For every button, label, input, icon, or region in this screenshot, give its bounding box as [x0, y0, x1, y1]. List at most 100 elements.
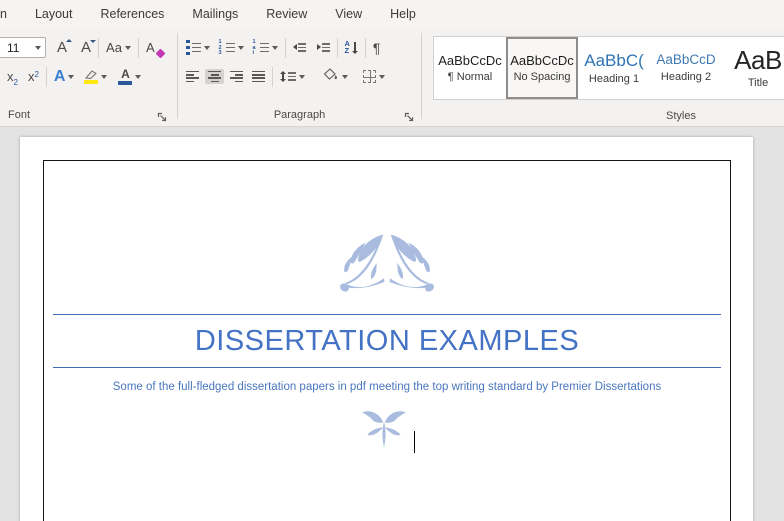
font-color-button[interactable]: A — [115, 66, 144, 87]
borders-button[interactable] — [360, 68, 388, 85]
align-center-button[interactable] — [205, 69, 224, 84]
styles-group-label: Styles — [666, 110, 696, 122]
styles-gallery: AaBbCcDc ¶ Normal AaBbCcDc No Spacing Aa… — [433, 36, 784, 100]
document-area: DISSERTATION EXAMPLES Some of the full-f… — [0, 127, 784, 521]
shading-button[interactable] — [320, 66, 351, 88]
divider — [46, 67, 47, 87]
chevron-down-icon — [204, 46, 210, 50]
text-highlight-button[interactable] — [81, 68, 110, 86]
tab-references[interactable]: References — [100, 7, 164, 21]
page-content: DISSERTATION EXAMPLES Some of the full-f… — [44, 161, 730, 455]
clear-formatting-icon: A — [146, 40, 155, 55]
paragraph-dialog-launcher[interactable] — [404, 110, 416, 122]
divider — [272, 67, 273, 87]
font-color-icon: A — [118, 68, 132, 85]
divider — [337, 38, 338, 58]
highlighter-icon — [84, 70, 98, 84]
line-spacing-button[interactable] — [277, 69, 308, 84]
subscript-icon: x2 — [7, 70, 18, 83]
paint-bucket-icon — [323, 68, 339, 86]
align-right-button[interactable] — [227, 69, 246, 84]
word-window: n Layout References Mailings Review View… — [0, 0, 784, 521]
group-divider — [177, 33, 178, 119]
tab-view[interactable]: View — [335, 7, 362, 21]
chevron-down-icon — [101, 75, 107, 79]
bullets-button[interactable] — [183, 38, 213, 58]
eraser-diamond-icon — [155, 49, 165, 59]
title-bottom-rule — [53, 367, 721, 368]
decrease-indent-button[interactable] — [290, 41, 309, 54]
justify-icon — [252, 71, 265, 82]
tab-help[interactable]: Help — [390, 7, 416, 21]
font-dialog-launcher[interactable] — [157, 110, 169, 122]
divider — [138, 38, 139, 58]
chevron-down-icon — [135, 75, 141, 79]
style-heading-2[interactable]: AaBbCcD Heading 2 — [650, 37, 722, 99]
align-left-icon — [186, 71, 199, 82]
superscript-button[interactable]: x2 — [25, 68, 42, 85]
justify-button[interactable] — [249, 69, 268, 84]
style-sample: AaBbCcD — [656, 53, 715, 67]
sort-button[interactable]: AZ — [342, 39, 361, 56]
divider — [98, 38, 99, 58]
grow-font-icon: A — [57, 40, 67, 55]
increase-indent-icon — [317, 43, 330, 52]
tab-review[interactable]: Review — [266, 7, 307, 21]
subscript-button[interactable]: x2 — [4, 68, 21, 85]
style-normal[interactable]: AaBbCcDc ¶ Normal — [434, 37, 506, 99]
multilevel-list-button[interactable]: 1ai — [250, 38, 281, 56]
clear-formatting-button[interactable]: A — [143, 38, 158, 57]
ribbon-tab-bar: n Layout References Mailings Review View… — [0, 0, 784, 28]
font-group: 11 A A Aa A — [4, 34, 176, 90]
style-label: No Spacing — [514, 71, 571, 83]
increase-indent-button[interactable] — [314, 41, 333, 54]
borders-icon — [363, 70, 376, 83]
chevron-down-icon — [272, 46, 278, 50]
bullet-list-icon — [186, 40, 201, 56]
document-page[interactable]: DISSERTATION EXAMPLES Some of the full-f… — [20, 137, 753, 521]
highlight-color-bar — [84, 80, 98, 84]
multilevel-list-icon: 1ai — [253, 40, 269, 54]
style-sample: AaBbC( — [584, 52, 644, 69]
paragraph-group-label: Paragraph — [183, 109, 416, 121]
numbering-button[interactable]: 123 — [216, 38, 247, 56]
sort-icon: AZ — [345, 41, 358, 54]
align-left-button[interactable] — [183, 69, 202, 84]
style-label: Heading 2 — [661, 71, 711, 83]
shrink-font-button[interactable]: A — [78, 38, 94, 57]
text-effects-button[interactable]: A — [51, 67, 78, 87]
floral-flourish-ornament — [44, 231, 730, 300]
style-no-spacing[interactable]: AaBbCcDc No Spacing — [506, 37, 578, 99]
style-sample: AaB — [734, 47, 782, 73]
show-paragraph-marks-button[interactable]: ¶ — [370, 39, 384, 57]
text-effects-icon: A — [54, 69, 66, 85]
change-case-button[interactable]: Aa — [103, 38, 134, 57]
tab-design-partial[interactable]: n — [0, 7, 7, 21]
numbered-list-icon: 123 — [219, 40, 235, 54]
grow-font-button[interactable]: A — [54, 38, 70, 57]
style-label: Heading 1 — [589, 73, 639, 85]
align-right-icon — [230, 71, 243, 82]
caret-down-icon — [90, 40, 96, 43]
chevron-down-icon — [68, 75, 74, 79]
document-subtitle[interactable]: Some of the full-fledged dissertation pa… — [44, 381, 730, 393]
font-color-bar — [118, 81, 132, 85]
tab-layout[interactable]: Layout — [35, 7, 73, 21]
group-divider — [421, 33, 422, 119]
small-leaf-ornament — [359, 408, 409, 455]
font-size-combobox[interactable]: 11 — [0, 37, 46, 58]
chevron-down-icon — [342, 75, 348, 79]
style-label: Title — [748, 77, 768, 89]
styles-group: AaBbCcDc ¶ Normal AaBbCcDc No Spacing Aa… — [428, 28, 784, 127]
font-group-label: Font — [8, 109, 30, 121]
divider — [365, 38, 366, 58]
page-border: DISSERTATION EXAMPLES Some of the full-f… — [43, 160, 731, 521]
style-label: ¶ Normal — [448, 71, 492, 83]
style-title[interactable]: AaB Title — [722, 37, 784, 99]
chevron-down-icon — [238, 46, 244, 50]
document-title[interactable]: DISSERTATION EXAMPLES — [44, 319, 730, 363]
style-heading-1[interactable]: AaBbC( Heading 1 — [578, 37, 650, 99]
decrease-indent-icon — [293, 43, 306, 52]
tab-mailings[interactable]: Mailings — [192, 7, 238, 21]
style-sample: AaBbCcDc — [438, 54, 502, 67]
